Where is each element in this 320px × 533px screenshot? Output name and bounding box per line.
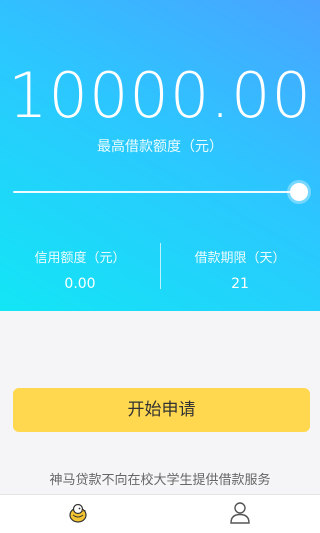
amount-slider-track[interactable] xyxy=(13,191,299,193)
student-notice: 神马贷款不向在校大学生提供借款服务 xyxy=(49,473,271,488)
credit-limit-stat: 信用额度（元） 0.00 xyxy=(0,250,160,294)
loan-term-stat: 借款期限（天） 21 xyxy=(160,250,320,294)
loan-term-label: 借款期限（天） xyxy=(194,251,286,266)
loan-term-value: 21 xyxy=(231,276,249,292)
user-icon xyxy=(230,502,250,524)
credit-limit-label: 信用额度（元） xyxy=(34,251,126,266)
start-application-button[interactable]: 开始申请 xyxy=(13,388,310,432)
loan-amount: 10000.00 xyxy=(8,59,312,132)
loan-hero-panel: 10000.00 最高借款额度（元） 信用额度（元） 0.00 借款期限（天） … xyxy=(0,0,320,311)
amount-slider-handle[interactable] xyxy=(290,183,308,201)
bird-icon xyxy=(69,503,87,523)
tab-profile[interactable] xyxy=(220,501,260,527)
tab-home[interactable] xyxy=(58,501,98,527)
bottom-tab-bar xyxy=(0,494,320,533)
loan-amount-label: 最高借款额度（元） xyxy=(97,139,223,155)
credit-limit-value: 0.00 xyxy=(64,276,96,292)
